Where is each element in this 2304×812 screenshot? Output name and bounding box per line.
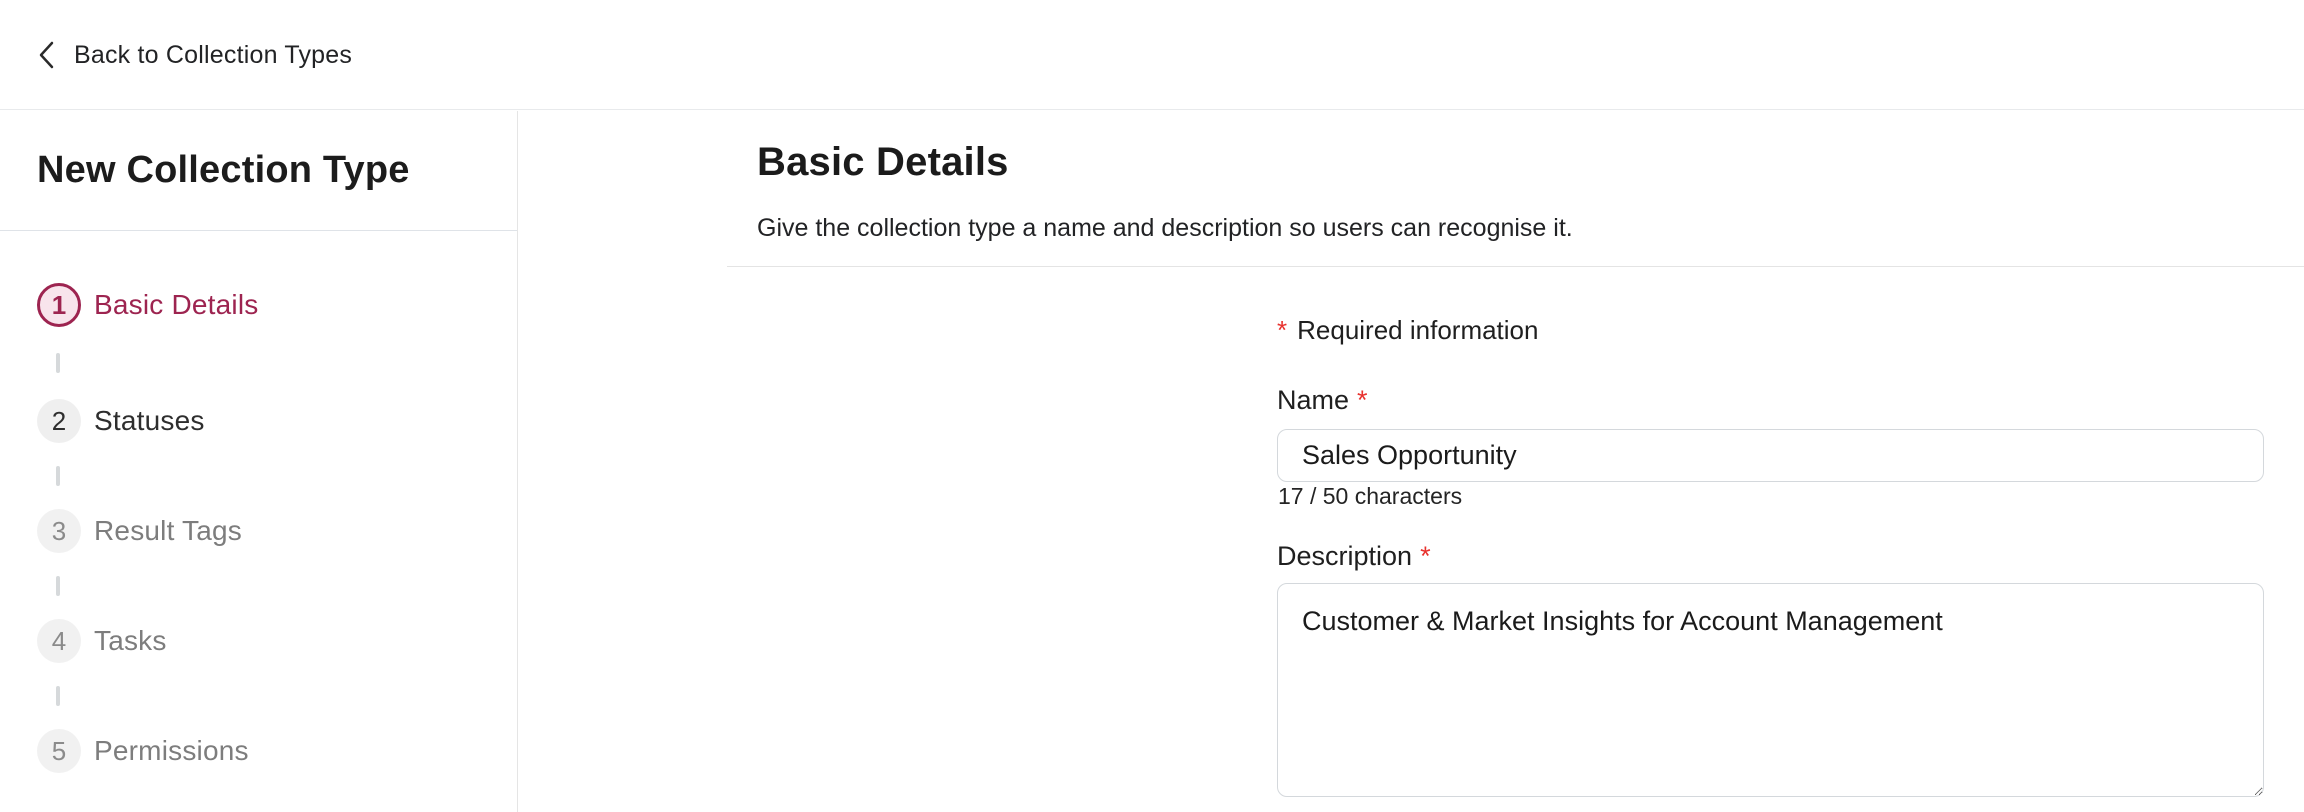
- required-asterisk: *: [1357, 385, 1368, 415]
- step-statuses[interactable]: 2 Statuses: [37, 399, 517, 443]
- step-number-badge: 2: [37, 399, 81, 443]
- step-number-badge: 4: [37, 619, 81, 663]
- step-number-badge: 5: [37, 729, 81, 773]
- chevron-left-icon: [37, 40, 57, 70]
- required-asterisk: *: [1277, 315, 1287, 345]
- required-asterisk: *: [1420, 541, 1431, 571]
- description-field-label: Description*: [1277, 540, 1431, 572]
- step-label: Statuses: [94, 405, 205, 437]
- character-counter: 17 / 50 characters: [1278, 481, 1462, 511]
- back-to-collection-types-link[interactable]: Back to Collection Types: [37, 0, 352, 110]
- section-heading: Basic Details: [757, 137, 1009, 187]
- step-number-badge: 3: [37, 509, 81, 553]
- required-note-text: Required information: [1297, 315, 1538, 345]
- step-label: Result Tags: [94, 515, 242, 547]
- step-number-badge: 1: [37, 283, 81, 327]
- main-content: Basic Details Give the collection type a…: [519, 111, 2304, 812]
- step-label: Basic Details: [94, 289, 258, 321]
- description-textarea[interactable]: Customer & Market Insights for Account M…: [1277, 583, 2264, 797]
- step-label: Permissions: [94, 735, 249, 767]
- name-input[interactable]: [1277, 429, 2264, 482]
- sidebar-divider: [0, 230, 517, 231]
- step-basic-details[interactable]: 1 Basic Details: [37, 283, 517, 327]
- wizard-sidebar: New Collection Type 1 Basic Details 2 St…: [0, 111, 518, 812]
- basic-details-form: * Required information Name* 17 / 50 char…: [1277, 297, 2264, 812]
- wizard-stepper: 1 Basic Details 2 Statuses 3 Result Tags…: [0, 283, 517, 773]
- step-result-tags[interactable]: 3 Result Tags: [37, 509, 517, 553]
- step-connector: [56, 686, 60, 706]
- required-information-note: * Required information: [1277, 314, 1538, 346]
- step-connector: [56, 353, 60, 373]
- top-bar: Back to Collection Types: [0, 0, 2304, 110]
- step-connector: [56, 576, 60, 596]
- page-title: New Collection Type: [37, 147, 517, 193]
- step-connector: [56, 466, 60, 486]
- section-subheading: Give the collection type a name and desc…: [757, 210, 1573, 246]
- step-tasks[interactable]: 4 Tasks: [37, 619, 517, 663]
- step-permissions[interactable]: 5 Permissions: [37, 729, 517, 773]
- back-link-label: Back to Collection Types: [74, 41, 352, 70]
- section-divider: [727, 266, 2304, 267]
- name-field-label: Name*: [1277, 384, 1368, 416]
- step-label: Tasks: [94, 625, 167, 657]
